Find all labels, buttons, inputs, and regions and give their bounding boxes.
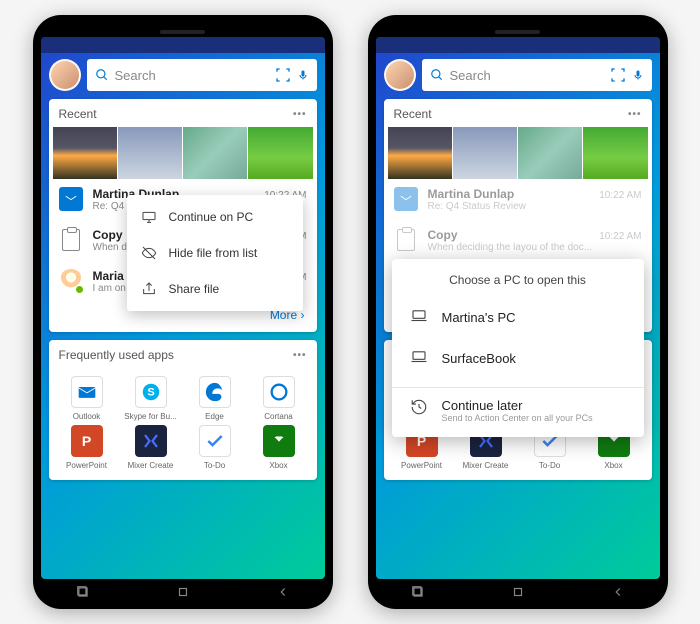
- app-todo[interactable]: To-Do: [185, 425, 245, 470]
- frequent-card: Frequently used apps ••• Outlook SSkype …: [49, 340, 317, 480]
- scan-icon[interactable]: [275, 67, 291, 83]
- ctx-hide-file[interactable]: Hide file from list: [127, 235, 303, 271]
- mic-icon[interactable]: [632, 68, 644, 82]
- pc-dialog-title: Choose a PC to open this: [392, 259, 644, 297]
- person-icon: [59, 269, 83, 293]
- photo-strip[interactable]: [384, 127, 652, 179]
- frequent-title: Frequently used apps: [59, 348, 174, 362]
- pc-dialog: Choose a PC to open this Martina's PC Su…: [392, 259, 644, 437]
- pc-option-surfacebook[interactable]: SurfaceBook: [392, 338, 644, 379]
- search-placeholder: Search: [450, 68, 604, 83]
- more-icon[interactable]: •••: [628, 109, 642, 120]
- share-icon: [141, 281, 157, 297]
- screen: Search Recent ••• Martina Dunlap10:22 AM…: [376, 37, 660, 579]
- clipboard-icon: [59, 228, 83, 252]
- avatar[interactable]: [384, 59, 416, 91]
- mic-icon[interactable]: [297, 68, 309, 82]
- nav-bar: [368, 581, 668, 603]
- app-cortana[interactable]: Cortana: [249, 376, 309, 421]
- avatar[interactable]: [49, 59, 81, 91]
- nav-recents[interactable]: [411, 585, 425, 599]
- phone-right: Search Recent ••• Martina Dunlap10:22 AM…: [368, 15, 668, 609]
- photo-strip[interactable]: [49, 127, 317, 179]
- nav-back[interactable]: [276, 585, 290, 599]
- nav-back[interactable]: [611, 585, 625, 599]
- status-bar: [41, 37, 325, 53]
- context-menu: Continue on PC Hide file from list Share…: [127, 195, 303, 311]
- scan-icon[interactable]: [610, 67, 626, 83]
- ctx-continue-pc[interactable]: Continue on PC: [127, 199, 303, 235]
- hide-icon: [141, 245, 157, 261]
- search-icon: [95, 68, 109, 82]
- recent-title: Recent: [59, 107, 97, 121]
- nav-bar: [33, 581, 333, 603]
- app-edge[interactable]: Edge: [185, 376, 245, 421]
- pc-option-martinas[interactable]: Martina's PC: [392, 297, 644, 338]
- svg-text:S: S: [147, 387, 154, 399]
- search-bar[interactable]: Search: [87, 59, 317, 91]
- recent-title: Recent: [394, 107, 432, 121]
- search-placeholder: Search: [115, 68, 269, 83]
- search-icon: [430, 68, 444, 82]
- nav-recents[interactable]: [76, 585, 90, 599]
- outlook-icon: [59, 187, 83, 211]
- laptop-icon: [410, 307, 428, 328]
- more-icon[interactable]: •••: [293, 350, 307, 361]
- search-bar[interactable]: Search: [422, 59, 652, 91]
- app-mixer[interactable]: Mixer Create: [121, 425, 181, 470]
- nav-home[interactable]: [176, 585, 190, 599]
- clipboard-icon: [394, 228, 418, 252]
- screen: Search Recent ••• Martina Dun: [41, 37, 325, 579]
- pc-icon: [141, 209, 157, 225]
- laptop-icon: [410, 348, 428, 369]
- app-outlook[interactable]: Outlook: [57, 376, 117, 421]
- outlook-icon: [394, 187, 418, 211]
- app-xbox[interactable]: Xbox: [249, 425, 309, 470]
- app-skype[interactable]: SSkype for Bu...: [121, 376, 181, 421]
- status-bar: [376, 37, 660, 53]
- pc-continue-later[interactable]: Continue later Send to Action Center on …: [392, 388, 644, 437]
- phone-left: Search Recent ••• Martina Dun: [33, 15, 333, 609]
- nav-home[interactable]: [511, 585, 525, 599]
- ctx-share-file[interactable]: Share file: [127, 271, 303, 307]
- more-icon[interactable]: •••: [293, 109, 307, 120]
- app-powerpoint[interactable]: PPowerPoint: [57, 425, 117, 470]
- history-icon: [410, 398, 428, 421]
- list-item: Martina Dunlap10:22 AMRe: Q4 Status Revi…: [384, 179, 652, 220]
- list-item: Copy10:22 AMWhen deciding the layou of t…: [384, 220, 652, 261]
